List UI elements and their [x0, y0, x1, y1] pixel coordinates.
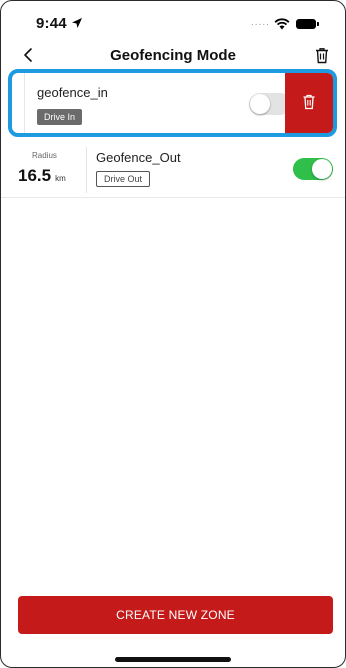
home-indicator: [115, 657, 231, 662]
zone-name: Geofence_Out: [96, 150, 181, 165]
signal-dots: .....: [251, 17, 270, 28]
page-title: Geofencing Mode: [110, 47, 236, 64]
zone-row-geofence-in[interactable]: geofence_in Drive In: [8, 69, 337, 137]
radius-label: Radius: [32, 151, 57, 160]
toggle-knob: [250, 94, 270, 114]
battery-icon: [296, 19, 319, 29]
location-arrow-icon: [72, 18, 82, 28]
trash-icon: [303, 94, 315, 110]
radius-unit: km: [55, 174, 66, 183]
phone-screen: 9:44 ..... Geofencing Mode geofence_in D…: [0, 0, 346, 668]
trash-icon[interactable]: [314, 47, 330, 64]
zone-name: geofence_in: [37, 85, 108, 100]
status-time: 9:44: [36, 15, 67, 32]
radius-number: 16.5: [18, 166, 52, 185]
zone-card: geofence_in Drive In: [24, 73, 291, 133]
radius-value: 16.5 km: [18, 166, 66, 186]
zone-row-geofence-out[interactable]: Radius 16.5 km Geofence_Out Drive Out: [1, 141, 345, 198]
mode-badge: Drive Out: [96, 171, 151, 187]
delete-zone-button[interactable]: [285, 73, 333, 133]
zone-toggle[interactable]: [293, 158, 333, 180]
wifi-icon: [274, 18, 290, 30]
divider: [86, 147, 87, 193]
toggle-knob: [312, 159, 332, 179]
mode-badge: Drive In: [37, 109, 83, 125]
create-zone-button[interactable]: CREATE NEW ZONE: [18, 596, 333, 634]
